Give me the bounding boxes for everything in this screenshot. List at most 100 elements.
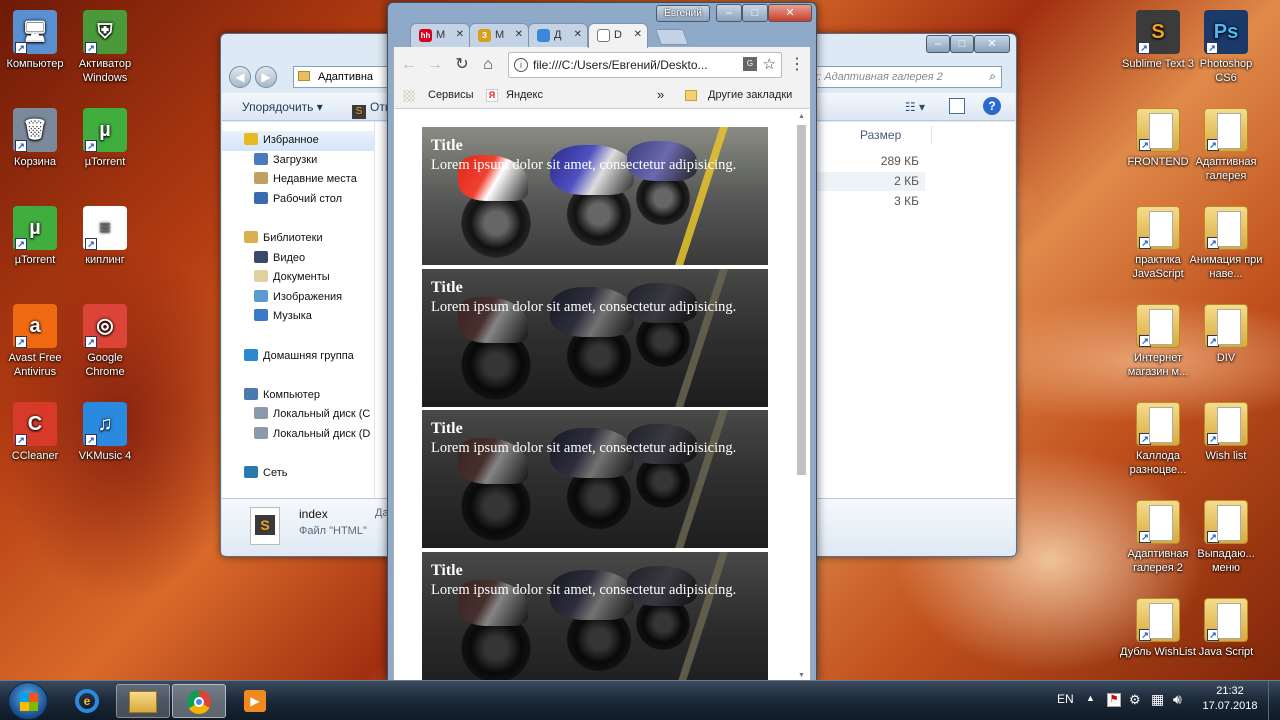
profile-button[interactable]: Евгений	[656, 5, 710, 22]
tab-close-icon[interactable]: ✕	[634, 29, 642, 40]
desktop-icon[interactable]: ↗ Выпадаю... меню	[1188, 500, 1264, 575]
new-tab-button[interactable]	[655, 29, 689, 45]
desktop-icon[interactable]: ↗ FRONTEND	[1120, 108, 1196, 169]
forward-arrow-icon[interactable]: →	[424, 54, 446, 76]
desktop-icon-label: µTorrent	[14, 254, 56, 266]
desktop-icon[interactable]: Ps ↗ Photoshop CS6	[1188, 10, 1264, 85]
desktop-icon[interactable]: ♫ ↗ VKMusic 4	[67, 402, 143, 463]
nav-item[interactable]: Музыка	[222, 307, 374, 327]
nav-item[interactable]: Домашняя группа	[222, 347, 374, 367]
tab-close-icon[interactable]: ✕	[515, 29, 523, 40]
minimize-button[interactable]: –	[926, 35, 950, 53]
bookmark-yandex[interactable]: Яндекс	[506, 89, 543, 101]
nav-item[interactable]: Недавние места	[222, 170, 374, 190]
gallery-card[interactable]: Title Lorem ipsum dolor sit amet, consect…	[422, 127, 768, 267]
nav-item[interactable]: Загрузки	[222, 151, 374, 171]
scrollbar-thumb[interactable]	[797, 125, 806, 475]
network-icon[interactable]: ▦	[1151, 691, 1164, 708]
chrome-close-button[interactable]: ✕	[768, 4, 812, 22]
action-center-flag-icon[interactable]: ⚑	[1107, 693, 1121, 707]
desktop-icon[interactable]: ↗ Адаптивная галерея 2	[1120, 500, 1196, 575]
other-bookmarks[interactable]: Другие закладки	[708, 89, 792, 101]
explorer-search-input[interactable]: к: Адаптивная галерея 2 ⌕	[806, 66, 1002, 88]
clock[interactable]: 21:32 17.07.2018	[1194, 684, 1266, 714]
preview-pane-icon[interactable]	[949, 98, 965, 114]
address-bar[interactable]: i file:///C:/Users/Евгений/Deskto... G ☆	[508, 52, 782, 78]
home-icon[interactable]: ⌂	[477, 54, 499, 76]
open-button[interactable]: S Отк	[352, 100, 390, 119]
nav-item[interactable]: Сеть	[222, 464, 374, 484]
volume-icon[interactable]: 🔊︎	[1173, 691, 1182, 708]
nav-item[interactable]: Локальный диск (C	[222, 405, 374, 425]
desktop-icon[interactable]: ↗ Интернет магазин м...	[1120, 304, 1196, 379]
nav-item[interactable]: Компьютер	[222, 386, 374, 406]
taskbar-explorer-button[interactable]	[116, 684, 170, 718]
browser-tab[interactable]: D ✕	[588, 23, 648, 48]
bookmarks-more-button[interactable]: »	[657, 87, 664, 102]
desktop-icon[interactable]: ↗ практика JavaScript	[1120, 206, 1196, 281]
desktop-icon[interactable]: C ↗ CCleaner	[0, 402, 73, 463]
tray-app-icon[interactable]: ⚙	[1129, 692, 1141, 708]
desktop-icon[interactable]: ↗ Java Script	[1188, 598, 1264, 659]
start-button[interactable]	[8, 682, 48, 720]
view-options-icon[interactable]: ☷ ▾	[905, 100, 925, 114]
maximize-button[interactable]: □	[950, 35, 974, 53]
desktop-icon[interactable]: ↗ DIV	[1188, 304, 1264, 365]
navigation-pane[interactable]: Избранное Загрузки Недавние места Рабочий с…	[222, 122, 375, 498]
explorer-address-bar[interactable]: Адаптивна	[293, 66, 393, 88]
desktop-icon[interactable]: ↗ Адаптивная галерея	[1188, 108, 1264, 183]
back-arrow-icon[interactable]: ←	[398, 54, 420, 76]
browser-tab[interactable]: З M ✕	[469, 23, 529, 47]
desktop-icon[interactable]: µ ↗ µTorrent	[67, 108, 143, 169]
taskbar-chrome-button[interactable]	[172, 684, 226, 718]
nav-item[interactable]: Библиотеки	[222, 229, 374, 249]
apps-icon[interactable]	[403, 90, 415, 102]
gallery-card[interactable]: Title Lorem ipsum dolor sit amet, consect…	[422, 410, 768, 550]
desktop-icon[interactable]: ↗ Анимация при наве...	[1188, 206, 1264, 281]
browser-tab[interactable]: hh M ✕	[410, 23, 470, 47]
scrollbar[interactable]: ▲ ▼	[795, 113, 808, 679]
help-icon[interactable]: ?	[983, 97, 1001, 115]
language-indicator[interactable]: EN	[1057, 692, 1074, 706]
star-icon[interactable]: ☆	[763, 55, 776, 73]
back-button[interactable]: ◀	[229, 66, 251, 88]
desktop-icon[interactable]: 🗑︎ ↗ Корзина	[0, 108, 73, 169]
desktop-icon[interactable]: ↗ Дубль WishList	[1120, 598, 1196, 659]
nav-item[interactable]: Изображения	[222, 288, 374, 308]
translate-icon[interactable]: G	[743, 57, 757, 71]
taskbar-media-button[interactable]: ▶	[228, 684, 282, 718]
desktop-icon[interactable]: ◎ ↗ Google Chrome	[67, 304, 143, 379]
reload-icon[interactable]: ↻	[451, 54, 473, 76]
nav-item[interactable]: Локальный диск (D	[222, 425, 374, 445]
forward-button[interactable]: ▶	[255, 66, 277, 88]
desktop-icon[interactable]: µ ↗ µTorrent	[0, 206, 73, 267]
desktop-icon[interactable]: ↗ Wish list	[1188, 402, 1264, 463]
desktop-icon[interactable]: 🖥︎ ↗ Компьютер	[0, 10, 73, 71]
organize-button[interactable]: Упорядочить ▾	[242, 100, 323, 114]
nav-item[interactable]: Рабочий стол	[222, 190, 374, 210]
taskbar-ie-button[interactable]: e	[60, 684, 114, 718]
browser-tab[interactable]: Д ✕	[528, 23, 588, 47]
size-column-header[interactable]: Размер	[852, 126, 932, 144]
bookmark-services[interactable]: Сервисы	[428, 89, 474, 101]
chrome-minimize-button[interactable]: –	[716, 4, 742, 22]
nav-item[interactable]: Избранное	[222, 131, 374, 151]
show-desktop-button[interactable]	[1268, 681, 1280, 720]
nav-item[interactable]: Документы	[222, 268, 374, 288]
tray-expand-icon[interactable]: ▲	[1086, 693, 1095, 703]
tab-close-icon[interactable]: ✕	[574, 29, 582, 40]
tab-close-icon[interactable]: ✕	[456, 29, 464, 40]
desktop-icon[interactable]: ↗ Каллода разноцве...	[1120, 402, 1196, 477]
desktop-icon[interactable]: S ↗ Sublime Text 3	[1120, 10, 1196, 71]
chrome-window[interactable]: Евгений – □ ✕ hh M ✕ З M ✕ Д ✕ D ✕ ← → ↻ ⌂ i file…	[387, 2, 817, 692]
menu-icon[interactable]: ⋮	[786, 54, 808, 76]
chrome-maximize-button[interactable]: □	[742, 4, 768, 22]
close-button[interactable]: ✕	[974, 35, 1010, 53]
gallery-card[interactable]: Title Lorem ipsum dolor sit amet, consect…	[422, 268, 768, 409]
desktop-icon[interactable]: a ↗ Avast Free Antivirus	[0, 304, 73, 379]
desktop-icon[interactable]: ≡ ↗ киплинг	[67, 206, 143, 267]
nav-item[interactable]: Видео	[222, 249, 374, 269]
desktop-icon[interactable]: ⛨ ↗ Активатор Windows	[67, 10, 143, 85]
page-viewport: Title Lorem ipsum dolor sit amet, consect…	[393, 109, 811, 692]
gallery-card[interactable]: Title Lorem ipsum dolor sit amet, consect…	[422, 551, 768, 692]
